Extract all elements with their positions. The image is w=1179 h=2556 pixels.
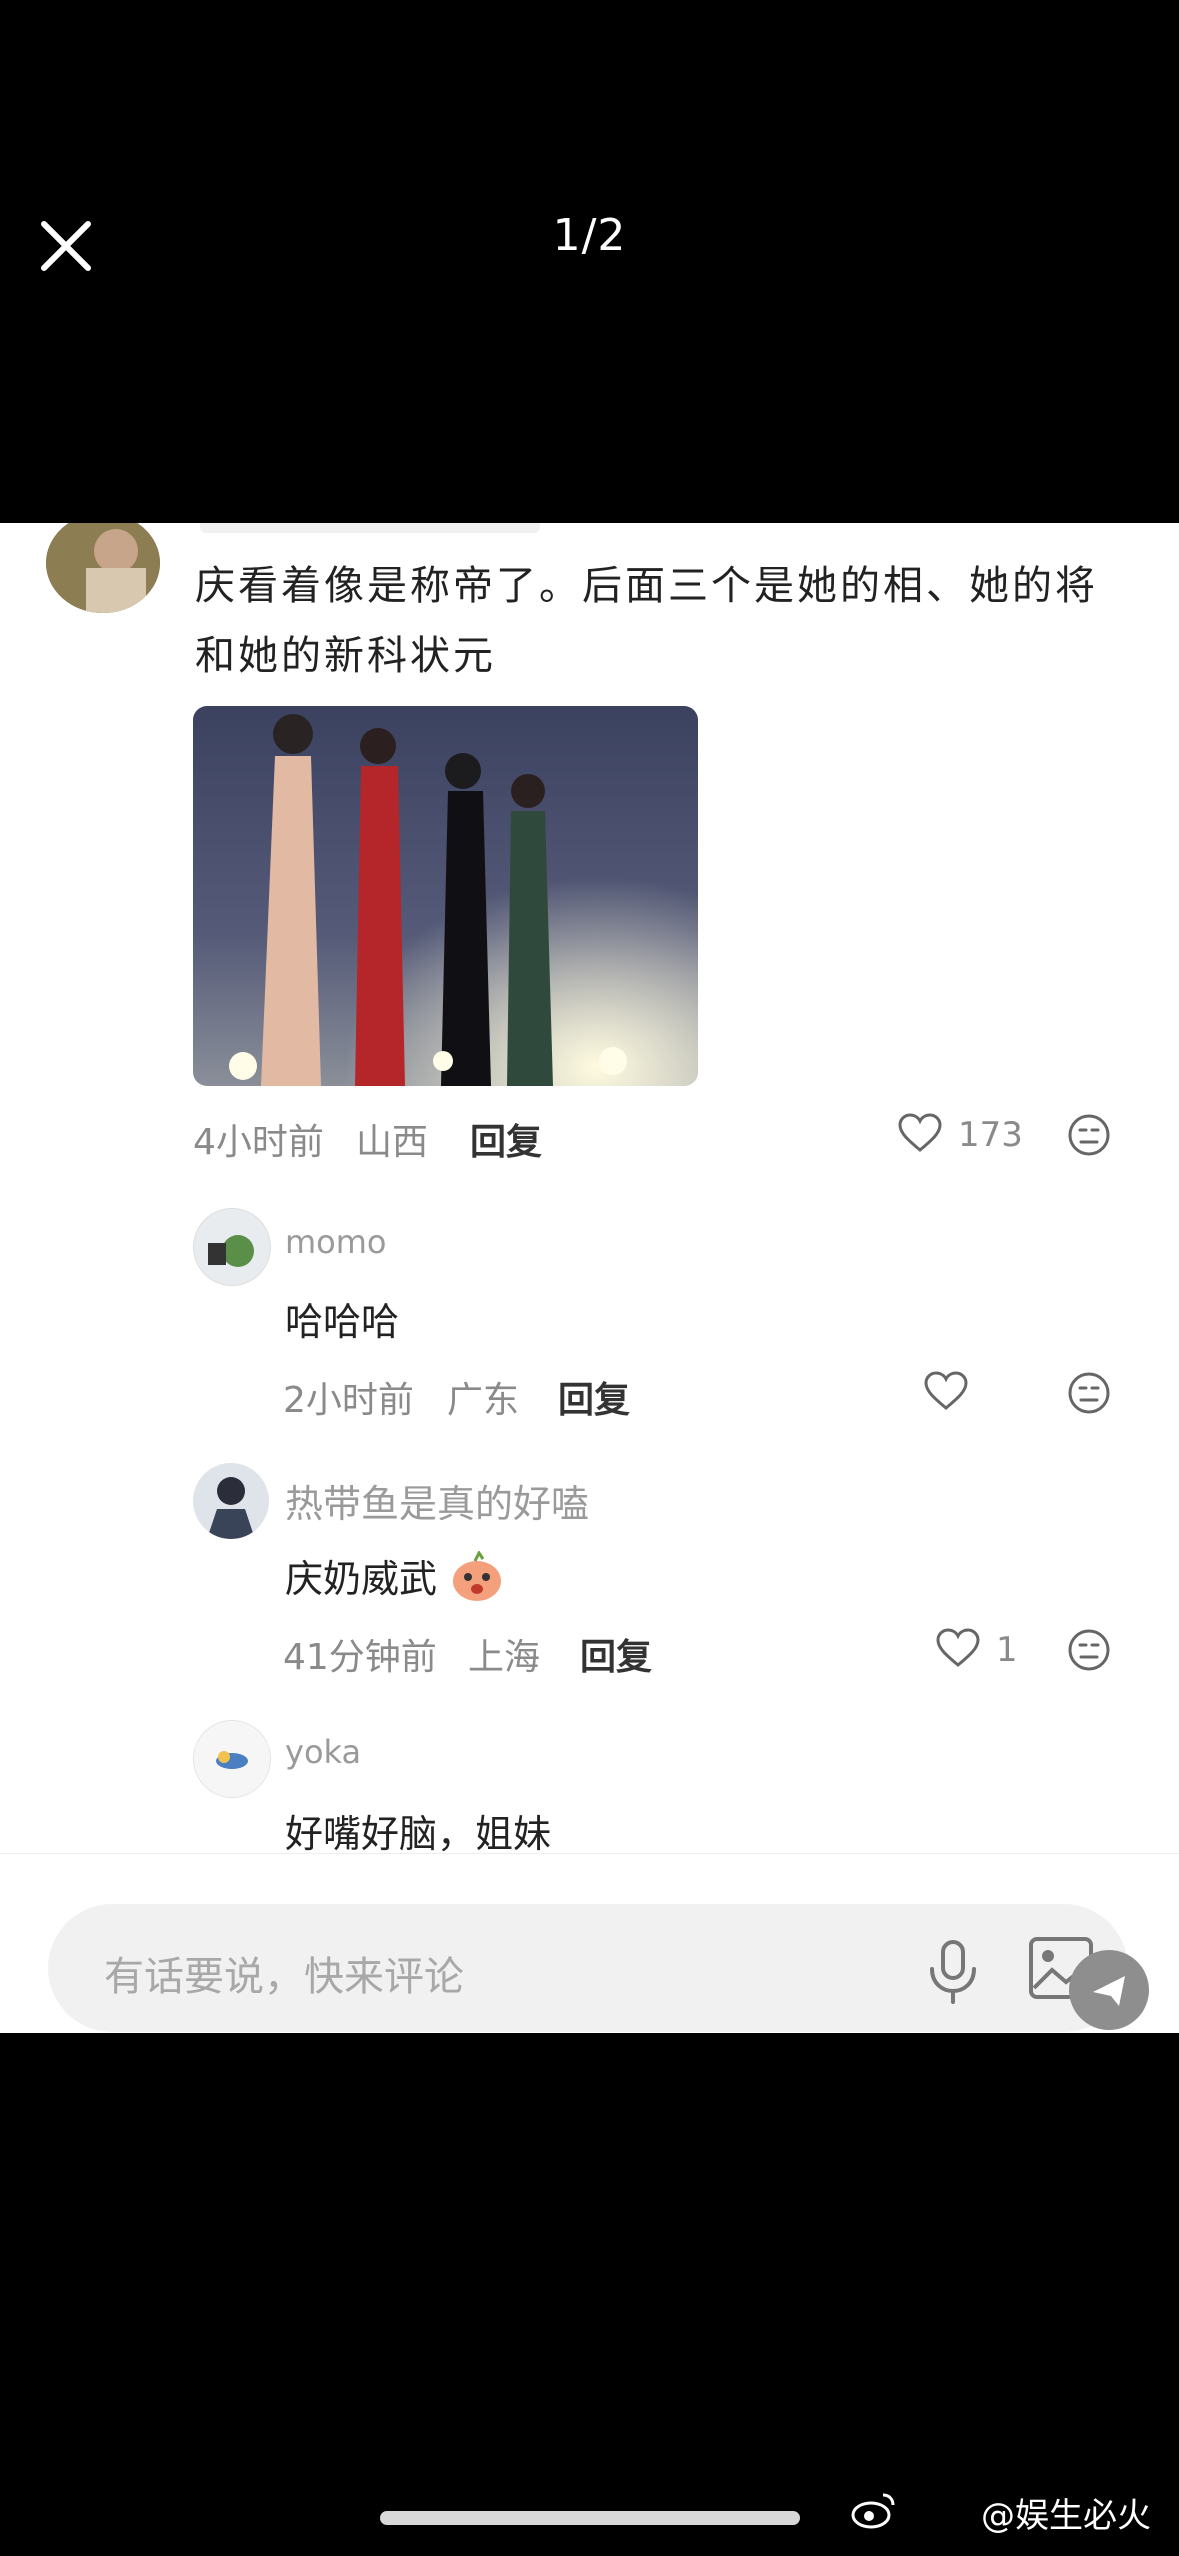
post-text: 庆看着像是称帝了。后面三个是她的相、她的将 xyxy=(195,563,1098,609)
cropped-username xyxy=(200,523,540,533)
reply-button[interactable]: 回复 xyxy=(580,1628,652,1680)
comment-composer: 有话要说，快来评论 xyxy=(0,1853,1179,2033)
reply-username[interactable]: yoka xyxy=(285,1733,361,1771)
dislike-face-icon[interactable] xyxy=(1067,1371,1111,1419)
home-indicator[interactable] xyxy=(380,2511,800,2525)
reply-button[interactable]: 回复 xyxy=(558,1371,630,1423)
emoji-icon xyxy=(449,1550,505,1612)
reply-username[interactable]: 热带鱼是真的好嗑 xyxy=(285,1473,589,1528)
avatar[interactable] xyxy=(46,523,160,613)
viewer-header: 1/2 xyxy=(0,0,1179,523)
reply-location: 上海 xyxy=(468,1637,541,1678)
avatar[interactable] xyxy=(193,1208,271,1286)
reply-button[interactable]: 回复 xyxy=(470,1113,542,1165)
comment-screenshot: 庆看着像是称帝了。后面三个是她的相、她的将 和她的新科状元 4小时前 山西 回复… xyxy=(0,523,1179,2033)
microphone-icon[interactable] xyxy=(926,1939,980,2009)
dislike-face-icon[interactable] xyxy=(1067,1113,1111,1161)
watermark: @娱生必火 xyxy=(981,2496,1151,2536)
heart-icon[interactable] xyxy=(924,1371,968,1415)
reply-location: 广东 xyxy=(447,1380,520,1421)
heart-icon[interactable] xyxy=(936,1628,980,1672)
weibo-logo-icon xyxy=(851,2491,897,2533)
image-counter: 1/2 xyxy=(552,210,627,261)
reply-time: 2小时前 xyxy=(283,1380,414,1421)
reply-text: 好嘴好脑，姐妹 xyxy=(285,1812,552,1856)
reply-text: 庆奶威武 xyxy=(285,1548,505,1612)
viewer-footer: @娱生必火 xyxy=(0,2033,1179,2556)
reply-text: 哈哈哈 xyxy=(285,1300,400,1344)
reply-time: 41分钟前 xyxy=(283,1637,437,1678)
like-count: 173 xyxy=(958,1115,1023,1155)
avatar[interactable] xyxy=(193,1720,271,1798)
post-photo[interactable] xyxy=(193,706,698,1086)
send-icon[interactable] xyxy=(1069,1950,1149,2030)
like-count: 1 xyxy=(996,1630,1018,1670)
avatar[interactable] xyxy=(193,1463,269,1539)
reply-username[interactable]: momo xyxy=(285,1223,387,1261)
comment-placeholder: 有话要说，快来评论 xyxy=(104,1954,464,2000)
dislike-face-icon[interactable] xyxy=(1067,1628,1111,1676)
heart-icon[interactable] xyxy=(898,1113,942,1157)
post-time: 4小时前 xyxy=(193,1122,324,1163)
post-location: 山西 xyxy=(356,1122,429,1163)
post-text: 和她的新科状元 xyxy=(195,633,496,679)
